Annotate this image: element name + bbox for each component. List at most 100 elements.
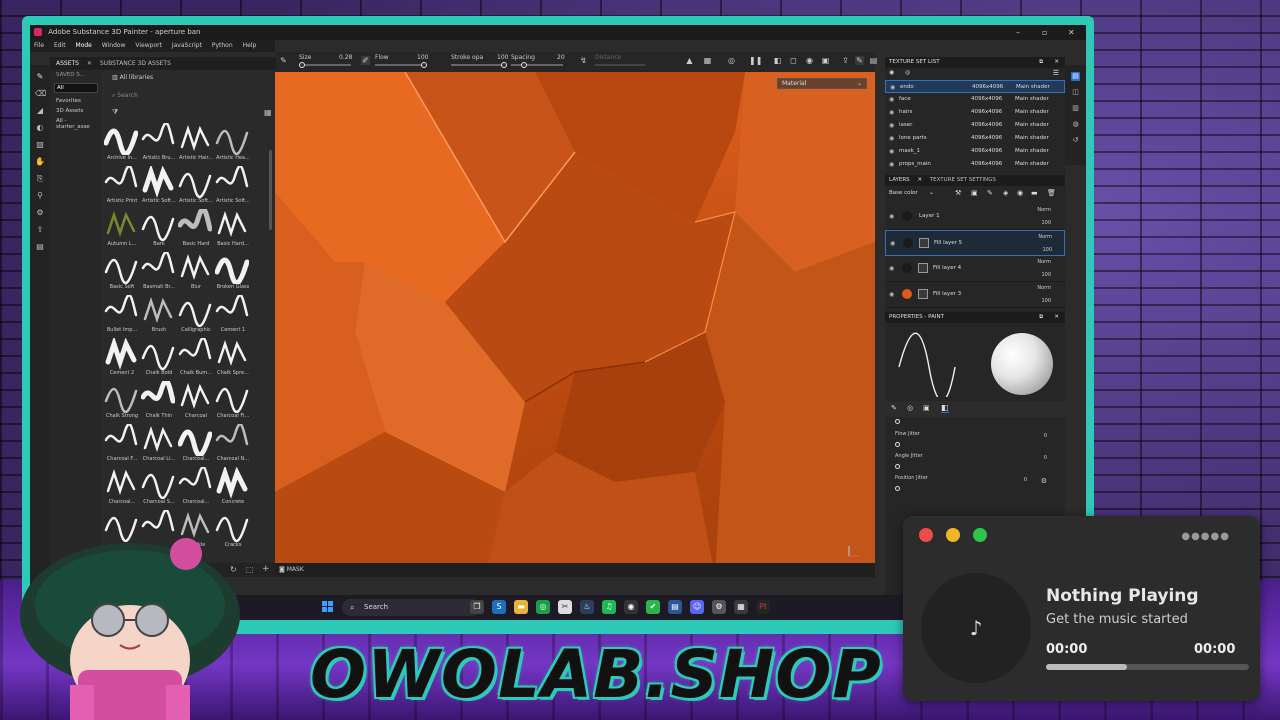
texture-set-resolution[interactable]: 4096x4096 — [971, 145, 1002, 158]
assets-scrollbar[interactable] — [269, 150, 272, 230]
export-icon[interactable]: ⇪ — [35, 225, 45, 235]
polygon-fill-icon[interactable]: ▧ — [35, 140, 45, 150]
brush-tab-icon[interactable]: ✎ — [891, 404, 897, 412]
texture-set-row[interactable]: ◉ endo 4096x4096 Main shader — [885, 80, 1065, 93]
texture-set-resolution[interactable]: 4096x4096 — [971, 158, 1002, 171]
display-settings-icon[interactable]: ◫ — [1071, 88, 1080, 97]
smudge-tool-icon[interactable]: ✋ — [35, 157, 45, 167]
brush-thumbnail[interactable]: Brush — [141, 295, 177, 338]
favorites-item[interactable]: Favorites — [50, 96, 102, 106]
add-effect-icon[interactable]: ⚒ — [955, 189, 961, 197]
texture-set-shader[interactable]: Main shader — [1015, 132, 1049, 145]
menu-python[interactable]: Python — [212, 42, 233, 49]
add-folder-icon[interactable]: ▬ — [1031, 189, 1038, 197]
menu-window[interactable]: Window — [102, 42, 126, 49]
texture-set-resolution[interactable]: 4096x4096 — [971, 106, 1002, 119]
menu-file[interactable]: File — [34, 42, 44, 49]
tab-substance-assets[interactable]: SUBSTANCE 3D ASSETS — [100, 60, 171, 67]
add-icon[interactable]: + — [262, 564, 270, 574]
windows-start-icon[interactable] — [322, 601, 334, 613]
brush-thumbnail[interactable]: Basmati Br... — [141, 252, 177, 295]
stroke-opacity-value[interactable]: 100 — [497, 54, 508, 61]
brush-thumbnail[interactable]: Chalk Bum... — [178, 338, 214, 381]
size-value[interactable]: 0.28 — [339, 54, 352, 61]
layer-opacity[interactable]: 100 — [1036, 247, 1052, 253]
libraries-selector[interactable]: ▥ All libraries — [112, 74, 153, 81]
panel-float-icon[interactable]: ⧉ — [1039, 57, 1043, 68]
flow-jitter-value[interactable]: 0 — [1044, 433, 1047, 439]
brush-thumbnail[interactable]: Calligraphic — [178, 295, 214, 338]
minimize-dot-icon[interactable] — [946, 528, 960, 542]
substance-painter-taskbar-icon[interactable]: Pt — [756, 600, 770, 614]
eye-icon[interactable]: ◉ — [889, 145, 894, 158]
filter-all-item[interactable]: All — [54, 83, 98, 93]
properties-float-icon[interactable]: ⧉ — [1039, 312, 1043, 323]
flow-jitter-knob[interactable] — [895, 442, 900, 447]
texture-set-row[interactable]: ◉ mask_1 4096x4096 Main shader — [885, 145, 1065, 158]
menu-edit[interactable]: Edit — [54, 42, 66, 49]
eye-icon[interactable]: ◉ — [889, 119, 894, 132]
mask-thumbnail[interactable] — [919, 238, 929, 248]
alpha-tab-icon[interactable]: ◎ — [907, 404, 913, 412]
brush-thumbnail[interactable]: Charcoal... — [104, 467, 140, 510]
size-slider[interactable] — [299, 62, 351, 68]
layer-blend-mode[interactable]: Norm — [1035, 259, 1051, 265]
progress-bar[interactable] — [1046, 664, 1249, 670]
tab-close-icon[interactable]: ✕ — [87, 60, 92, 67]
texture-set-row[interactable]: ◉ hairs 4096x4096 Main shader — [885, 106, 1065, 119]
visibility-icon[interactable]: ◉ — [889, 69, 894, 76]
brush-thumbnail[interactable]: Artistic Print — [104, 166, 140, 209]
texture-set-shader[interactable]: Main shader — [1015, 145, 1049, 158]
layer-blend-mode[interactable]: Norm — [1035, 207, 1051, 213]
chrome-icon[interactable]: ◎ — [536, 600, 550, 614]
brush-thumbnail[interactable]: Concrete — [215, 467, 251, 510]
brush-settings-icon[interactable]: ✎ — [279, 56, 288, 65]
brush-thumbnail[interactable]: Chalk Strong — [104, 381, 140, 424]
paint-tool-icon[interactable]: ✎ — [35, 72, 45, 82]
size-slider-knob[interactable] — [299, 62, 305, 68]
tab-layers[interactable]: LAYERS — [889, 177, 910, 183]
file-explorer-icon[interactable]: ▬ — [514, 600, 528, 614]
menu-help[interactable]: Help — [243, 42, 257, 49]
mask-label[interactable]: MASK — [287, 566, 304, 573]
grid-icon[interactable]: ▦ — [703, 56, 712, 65]
texture-set-resolution[interactable]: 4096x4096 — [971, 132, 1002, 145]
shader-settings-icon[interactable]: ▥ — [1071, 104, 1080, 113]
capcut-icon[interactable]: ✂ — [558, 600, 572, 614]
discord-icon[interactable]: ☺ — [690, 600, 704, 614]
brush-thumbnail[interactable]: Chalk Thin — [141, 381, 177, 424]
close-icon[interactable]: ✕ — [1068, 25, 1075, 40]
eye-icon[interactable]: ◉ — [890, 240, 895, 247]
flow-value[interactable]: 100 — [417, 54, 428, 61]
eye-icon[interactable]: ◉ — [889, 132, 894, 145]
eraser-tool-icon[interactable]: ⌫ — [35, 89, 46, 99]
eye-icon[interactable]: ◉ — [889, 93, 894, 106]
mask-thumbnail[interactable] — [918, 263, 928, 273]
position-jitter-value[interactable]: 0 — [1024, 477, 1027, 483]
texture-set-row[interactable]: ◉ props_main 4096x4096 Main shader — [885, 158, 1065, 171]
brush-thumbnail[interactable]: Charcoal... — [178, 467, 214, 510]
add-fill-layer-icon[interactable]: ◈ — [1003, 189, 1008, 197]
camera-icon[interactable]: ◎ — [727, 56, 736, 65]
layer-row[interactable]: ◉ Fill layer 4 Norm 100 — [885, 256, 1065, 282]
brush-thumbnail[interactable]: Charcoal S... — [141, 467, 177, 510]
pen-pressure-icon[interactable]: ✐ — [361, 56, 370, 65]
obs-icon[interactable]: ◉ — [624, 600, 638, 614]
menu-javascript[interactable]: JavaScript — [172, 42, 202, 49]
brush-thumbnail[interactable]: Autumn L... — [104, 209, 140, 252]
brush-thumbnail[interactable]: Blur — [178, 252, 214, 295]
notepad-icon[interactable]: ▤ — [668, 600, 682, 614]
history-icon[interactable]: ▤ — [35, 242, 45, 252]
brush-thumbnail[interactable]: Archive In... — [104, 123, 140, 166]
spotify-icon[interactable]: ♫ — [602, 600, 616, 614]
app-green-icon[interactable]: ✔ — [646, 600, 660, 614]
grid-view-icon[interactable]: ▦ — [264, 108, 272, 117]
drag-handle-icon[interactable]: ●●●●● — [1181, 531, 1230, 542]
pause-icon[interactable]: ❚❚ — [749, 56, 762, 65]
close-dot-icon[interactable] — [919, 528, 933, 542]
texture-set-resolution[interactable]: 4096x4096 — [971, 119, 1002, 132]
geometry-mask-icon[interactable]: ◐ — [35, 123, 45, 133]
brush-thumbnail[interactable]: Bullet Imp... — [104, 295, 140, 338]
material-tab-icon[interactable]: ◧ — [941, 403, 949, 413]
flow-slider-knob[interactable] — [421, 62, 427, 68]
